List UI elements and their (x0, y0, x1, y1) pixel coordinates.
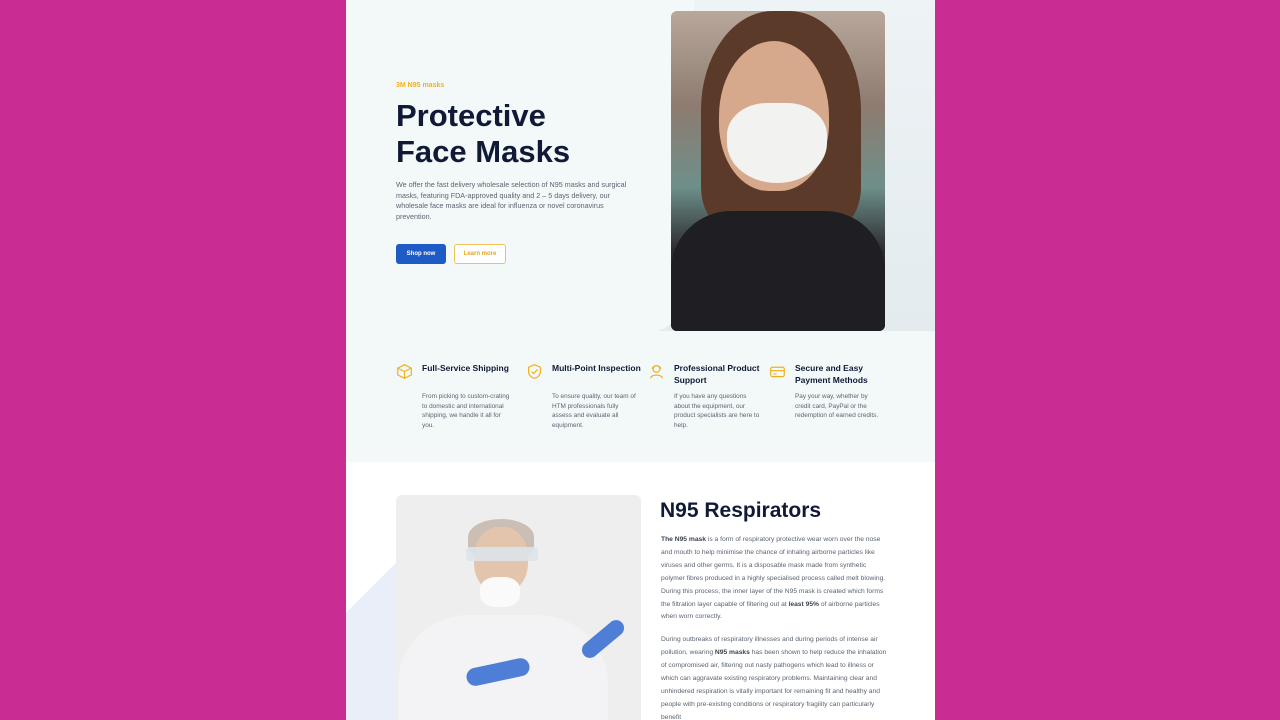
n95-term: N95 masks (714, 649, 750, 657)
paragraph-text: is a form of respiratory protective wear… (661, 536, 886, 608)
landing-page: 3M N95 masks Protective Face Masks We of… (346, 0, 935, 720)
feature-text: To ensure quality, our team of HTM profe… (552, 393, 636, 429)
title-line-2: Face Masks (396, 134, 571, 169)
feature-text: If you have any questions about the equi… (674, 393, 760, 429)
paragraph-text: has been shown to help reduce the inhala… (661, 649, 887, 720)
feature-title: Professional Product Support (674, 363, 760, 385)
feature-title: Secure and Easy Payment Methods (795, 363, 868, 385)
filtration-stat: least 95% (788, 600, 820, 608)
support-agent-icon (649, 364, 664, 379)
hero-description: We offer the fast delivery wholesale sel… (396, 180, 627, 221)
n95-paragraph-1: The N95 mask is a form of respiratory pr… (661, 534, 889, 624)
feature-text: Pay your way, whether by credit card, Pa… (795, 393, 879, 420)
feature-title: Full-Service Shipping (422, 363, 509, 373)
shop-now-button[interactable]: Shop now (396, 244, 446, 264)
shield-check-icon (527, 364, 542, 379)
box-icon (397, 364, 412, 379)
healthcare-worker-photo (396, 495, 641, 720)
feature-text: From picking to custom-crating to domest… (422, 393, 510, 429)
page-title: Protective Face Masks (396, 98, 646, 170)
n95-heading: N95 Respirators (660, 499, 822, 522)
n95-section: N95 Respirators The N95 mask is a form o… (346, 462, 935, 720)
hero-eyebrow: 3M N95 masks (396, 82, 445, 89)
n95-body: The N95 mask is a form of respiratory pr… (661, 534, 889, 720)
feature-title: Multi-Point Inspection (552, 363, 641, 373)
title-line-1: Protective (396, 98, 546, 133)
n95-term: The N95 mask (661, 536, 706, 543)
woman-wearing-mask-photo (671, 11, 885, 331)
credit-card-icon (770, 366, 785, 378)
hero-section: 3M N95 masks Protective Face Masks We of… (346, 0, 935, 462)
n95-paragraph-2: During outbreaks of respiratory illnesse… (661, 634, 889, 720)
learn-more-button[interactable]: Learn more (454, 244, 506, 264)
